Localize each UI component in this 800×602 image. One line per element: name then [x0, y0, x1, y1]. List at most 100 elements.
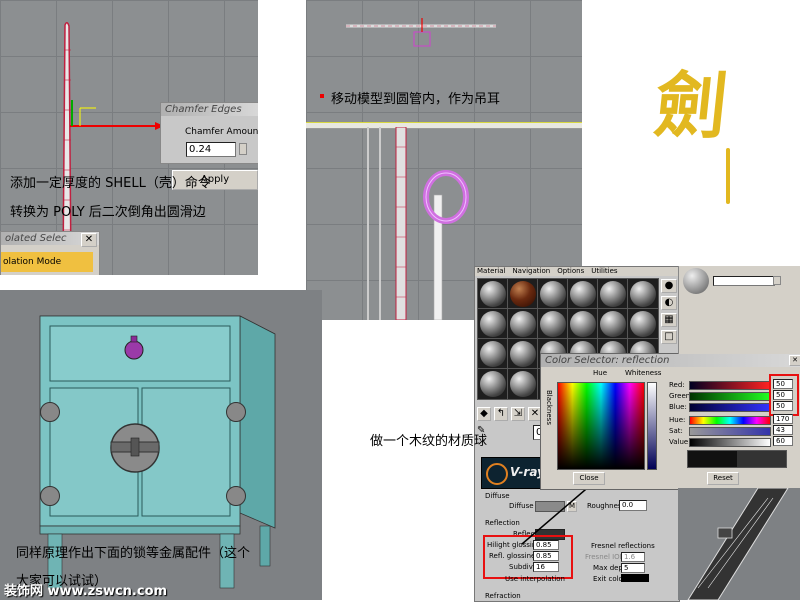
value-slider[interactable]	[689, 438, 771, 447]
sample-slot[interactable]	[627, 308, 659, 340]
blue-slider[interactable]	[689, 403, 771, 412]
color-close-button[interactable]: Close	[573, 472, 605, 485]
sample-slot[interactable]	[597, 308, 629, 340]
color-selector-title: Color Selector: reflection	[541, 354, 800, 367]
reflection-group-label: Reflection	[485, 519, 520, 527]
backlight-icon[interactable]: ◐	[661, 296, 677, 310]
caption-move-model: 移动模型到圆管内，作为吊耳	[331, 92, 501, 107]
sample-slot[interactable]	[477, 338, 509, 370]
reset-button[interactable]: Reset	[707, 472, 739, 485]
material-name-dropdown[interactable]	[773, 276, 781, 285]
green-slider[interactable]	[689, 392, 771, 401]
material-name-field[interactable]	[713, 276, 775, 286]
refl-gloss-field[interactable]: 0.85	[533, 551, 559, 561]
hue-field[interactable]: 170	[773, 414, 793, 424]
menu-material[interactable]: Material	[477, 267, 505, 276]
viewport-corner[interactable]	[678, 488, 800, 600]
hinge-icon	[226, 402, 246, 422]
isolated-selection-panel: olated Selec ✕ olation Mode	[0, 231, 100, 275]
close-icon[interactable]: ✕	[789, 355, 800, 366]
hinge-icon	[226, 486, 246, 506]
menu-utilities[interactable]: Utilities	[591, 267, 617, 276]
red-label: Red:	[669, 381, 685, 389]
viewport-cabinet[interactable]: 同样原理作出下面的锁等金属配件（这个 大家可以试试）	[0, 290, 322, 600]
corner-wireframe	[687, 488, 789, 600]
fresnel-ior-label: Fresnel IOR	[585, 553, 625, 561]
menu-navigation[interactable]: Navigation	[512, 267, 550, 276]
hilight-gloss-field[interactable]: 0.85	[533, 540, 559, 550]
rgb-highlight-box	[769, 374, 799, 416]
sample-slot[interactable]	[477, 308, 509, 340]
sample-slot[interactable]	[477, 368, 509, 400]
caption-lock: 同样原理作出下面的锁等金属配件（这个	[16, 546, 251, 561]
uv-tiling-icon[interactable]: □	[661, 330, 677, 344]
use-interp-label[interactable]: Use interpolation	[505, 575, 565, 583]
refraction-group-label: Refraction	[485, 592, 521, 600]
hue-spectrum[interactable]	[557, 382, 645, 470]
chamfer-dialog: Chamfer Edges Chamfer Amount: 0.24	[160, 102, 258, 164]
get-material-icon[interactable]: ◆	[477, 407, 491, 421]
chamfer-amount-field[interactable]: 0.24	[186, 142, 236, 157]
whiteness-label: Whiteness	[625, 369, 662, 377]
sample-slot[interactable]	[507, 368, 539, 400]
preview-sphere	[683, 268, 709, 294]
hue-slider[interactable]	[689, 416, 771, 425]
background-icon[interactable]: ▦	[661, 313, 677, 327]
color-selector-dialog: Color Selector: reflection ✕ Hue Whitene…	[540, 353, 800, 490]
sample-slot-active[interactable]	[507, 278, 539, 310]
sample-slot[interactable]	[567, 278, 599, 310]
fresnel-label[interactable]: Fresnel reflections	[591, 542, 655, 550]
drawer-pull-icon	[124, 335, 144, 360]
color-preview	[687, 450, 787, 468]
fresnel-ior-field[interactable]: 1.6	[621, 552, 645, 562]
sample-slot[interactable]	[597, 278, 629, 310]
hinge-icon	[40, 402, 60, 422]
roughness-field[interactable]: 0.0	[619, 500, 647, 511]
chamfer-dialog-title: Chamfer Edges	[161, 103, 258, 116]
put-to-scene-icon[interactable]: ↰	[494, 407, 508, 421]
sat-slider[interactable]	[689, 427, 771, 436]
max-depth-field[interactable]: 5	[621, 563, 645, 573]
red-guide	[320, 94, 324, 98]
caption-shell: 添加一定厚度的 SHELL（壳）命令	[10, 176, 211, 191]
assign-material-icon[interactable]: ⇲	[511, 407, 525, 421]
blue-label: Blue:	[669, 403, 687, 411]
whiteness-bar[interactable]	[647, 382, 657, 470]
caption-poly: 转换为 POLY 后二次倒角出圆滑边	[10, 205, 206, 220]
diffuse-group-label: Diffuse	[485, 492, 510, 500]
sample-slot[interactable]	[567, 308, 599, 340]
exit-color-swatch[interactable]	[621, 574, 649, 582]
sample-slot[interactable]	[627, 278, 659, 310]
isolation-mode-toggle[interactable]: olation Mode	[1, 252, 93, 272]
value-field[interactable]: 60	[773, 436, 793, 446]
watermark: 装饰网 www.zswcn.com	[4, 584, 168, 599]
side-toolbar: ● ◐ ▦ □	[661, 279, 677, 349]
value-label: Value:	[669, 438, 691, 446]
close-icon[interactable]: ✕	[81, 233, 97, 247]
chamfer-amount-label: Chamfer Amount:	[185, 127, 258, 137]
caption-wood-material: 做一个木纹的材质球	[370, 434, 488, 449]
logo-glyph: 劍	[650, 63, 732, 148]
move-gizmo[interactable]	[60, 90, 170, 140]
subdivs-field[interactable]: 16	[533, 562, 559, 572]
diffuse-map-button[interactable]: M	[567, 501, 577, 512]
sat-field[interactable]: 43	[773, 425, 793, 435]
sample-slot[interactable]	[507, 308, 539, 340]
red-slider[interactable]	[689, 381, 771, 390]
ring-handle[interactable]	[416, 165, 476, 245]
chamfer-amount-spinner[interactable]	[239, 143, 247, 155]
sample-slot[interactable]	[537, 278, 569, 310]
sample-slot[interactable]	[537, 308, 569, 340]
sat-label: Sat:	[669, 427, 683, 435]
material-menu-bar: Material Navigation Options Utilities	[475, 267, 679, 276]
hue2-label: Hue:	[669, 416, 686, 424]
sample-slot[interactable]	[477, 278, 509, 310]
top-rail-wireframe	[346, 18, 496, 47]
calligraphy-logo: 劍	[651, 63, 745, 210]
menu-options[interactable]: Options	[557, 267, 584, 276]
hue-label: Hue	[593, 369, 608, 377]
sample-slot[interactable]	[507, 338, 539, 370]
viewport-shell[interactable]: Chamfer Edges Chamfer Amount: 0.24 Apply…	[0, 0, 258, 275]
sample-type-icon[interactable]: ●	[661, 279, 677, 293]
vray-logo-icon	[486, 463, 508, 485]
